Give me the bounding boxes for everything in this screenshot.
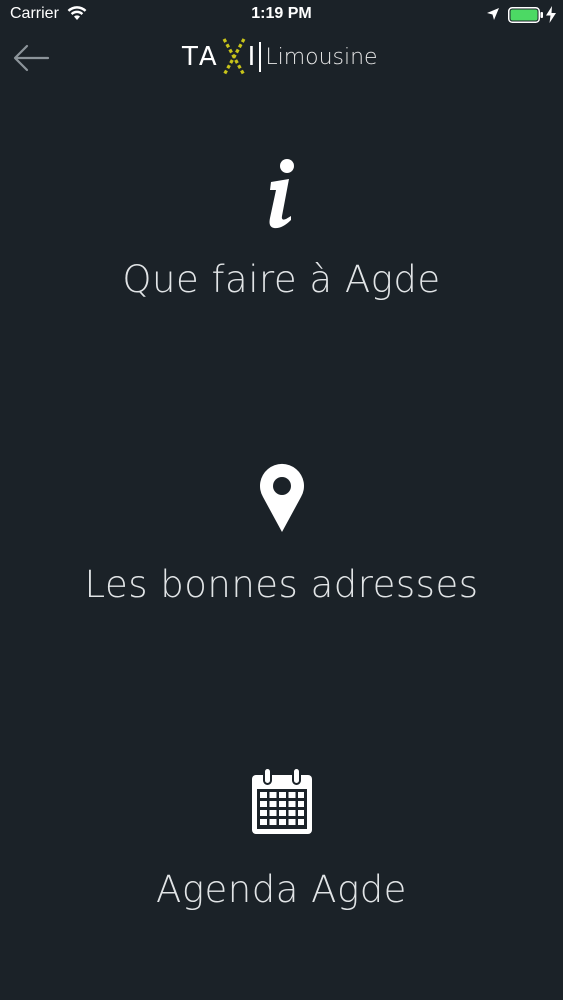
menu-label-agenda: Agenda Agde bbox=[156, 868, 407, 911]
logo-divider bbox=[259, 42, 262, 72]
screen: Carrier 1:19 PM TA I Limousine Que faire… bbox=[0, 0, 563, 1000]
status-bar: Carrier 1:19 PM bbox=[0, 0, 563, 30]
info-icon bbox=[269, 159, 294, 229]
status-time: 1:19 PM bbox=[251, 5, 312, 22]
logo-limousine: Limousine bbox=[265, 44, 378, 70]
menu-item-que-faire[interactable]: Que faire à Agde bbox=[0, 158, 563, 301]
back-button[interactable] bbox=[12, 40, 52, 76]
logo-taxi-left: TA bbox=[182, 42, 220, 72]
logo-x-icon bbox=[222, 38, 246, 76]
menu-item-agenda[interactable]: Agenda Agde bbox=[0, 768, 563, 911]
map-pin-icon bbox=[259, 463, 304, 532]
logo-taxi: TA I bbox=[182, 37, 258, 77]
battery-icon bbox=[508, 7, 543, 23]
menu-item-bonnes-adresses[interactable]: Les bonnes adresses bbox=[0, 463, 563, 606]
menu-label-que-faire: Que faire à Agde bbox=[122, 258, 441, 301]
menu-label-bonnes-adresses: Les bonnes adresses bbox=[84, 563, 479, 606]
charging-bolt-icon bbox=[546, 6, 556, 23]
calendar-icon bbox=[251, 768, 312, 834]
taxi-limousine-logo: TA I Limousine bbox=[182, 37, 378, 77]
back-arrow-icon bbox=[13, 44, 50, 72]
location-arrow-icon bbox=[487, 8, 499, 20]
logo-taxi-right: I bbox=[247, 42, 259, 72]
